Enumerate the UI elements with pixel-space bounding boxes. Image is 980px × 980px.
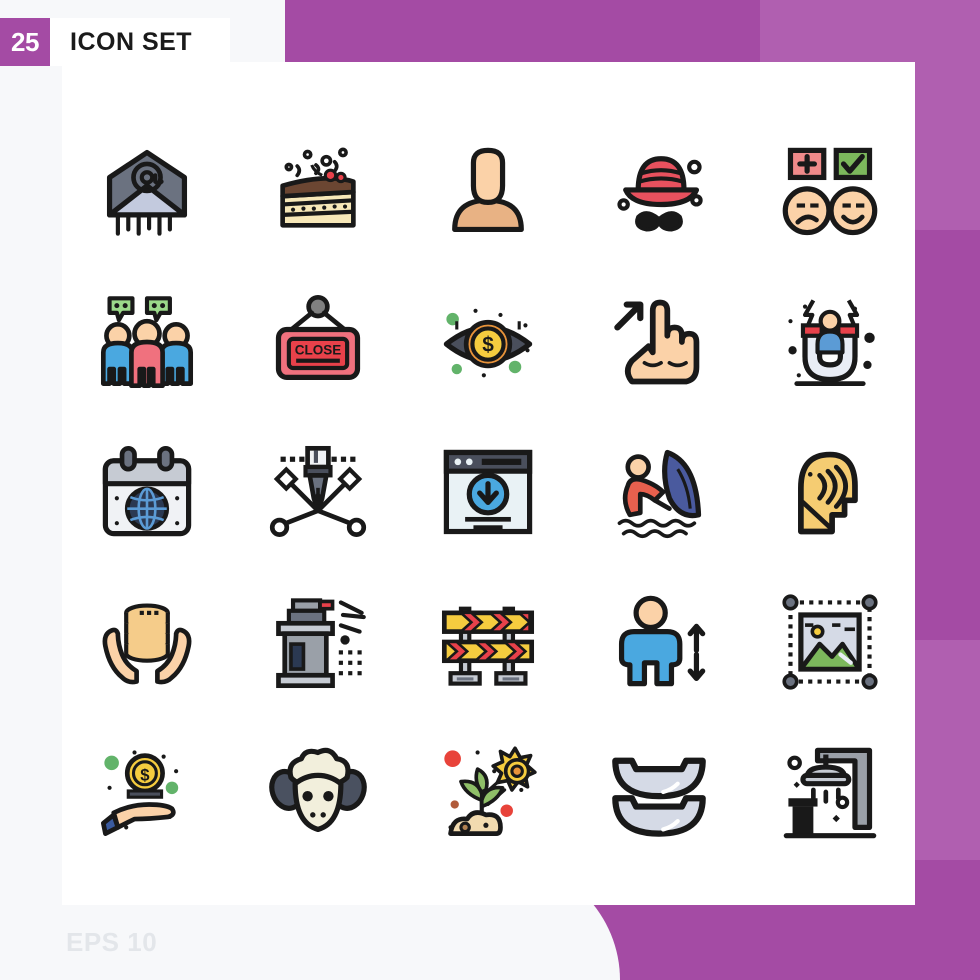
- svg-text:$: $: [141, 766, 151, 785]
- shower-bathroom-icon: [783, 747, 876, 839]
- surfing-person-icon: [617, 449, 702, 539]
- icon-count-badge: 25: [0, 18, 50, 66]
- icon-cell-shower-bathroom[interactable]: [765, 727, 895, 857]
- icon-cell-image-resize-handles[interactable]: [765, 577, 895, 707]
- bowls-stack-icon: [612, 757, 706, 837]
- header-title-wrap: ICON SET: [50, 18, 231, 66]
- email-envelope-at-icon: [107, 149, 188, 236]
- icon-cell-surfing-person[interactable]: [594, 427, 724, 557]
- hand-dollar-coin-icon: $: [101, 750, 179, 836]
- icon-cell-eye-dollar-vision[interactable]: $: [423, 277, 553, 407]
- icon-cell-pen-tool-anchor[interactable]: [253, 427, 383, 557]
- icon-cell-feedback-rating-faces[interactable]: [765, 127, 895, 257]
- header: 25 ICON SET: [0, 18, 231, 66]
- icon-cell-group-chat-people[interactable]: [82, 277, 212, 407]
- icon-cell-hand-dollar-coin[interactable]: $: [82, 727, 212, 857]
- icon-cell-plant-growth-sun[interactable]: [423, 727, 553, 857]
- cake-slice-icon: [280, 147, 356, 228]
- icon-cell-user-avatar[interactable]: [423, 127, 553, 257]
- sheep-face-icon: [269, 747, 367, 833]
- icon-cell-spray-machine[interactable]: [253, 577, 383, 707]
- eps-version-label: EPS 10: [66, 927, 158, 957]
- hands-coins-stack-icon: [102, 603, 192, 685]
- image-resize-handles-icon: [782, 594, 878, 690]
- svg-text:$: $: [483, 333, 495, 356]
- icon-cell-calendar-globe[interactable]: [82, 427, 212, 557]
- plant-growth-sun-icon: [444, 746, 538, 836]
- magnet-customer-icon: [788, 299, 875, 386]
- group-chat-people-icon: [101, 296, 194, 389]
- spray-machine-icon: [276, 598, 366, 689]
- icon-card: CLOSE $ $: [62, 62, 915, 905]
- icon-cell-hat-mustache[interactable]: [594, 127, 724, 257]
- pen-tool-anchor-icon: [269, 445, 366, 537]
- icon-cell-email-envelope-at[interactable]: [82, 127, 212, 257]
- icon-cell-person-height-arrows[interactable]: [594, 577, 724, 707]
- icon-cell-cake-slice[interactable]: [253, 127, 383, 257]
- user-avatar-icon: [452, 147, 525, 233]
- browser-download-icon: [444, 449, 533, 535]
- hat-mustache-icon: [617, 156, 703, 232]
- icon-cell-hands-coins-stack[interactable]: [82, 577, 212, 707]
- icon-cell-browser-download[interactable]: [423, 427, 553, 557]
- head-sound-waves-icon: [797, 451, 858, 535]
- eye-dollar-vision-icon: $: [444, 308, 533, 378]
- icon-cell-close-sign[interactable]: CLOSE: [253, 277, 383, 407]
- page-title: ICON SET: [70, 27, 193, 56]
- icon-cell-hand-pointer-resize[interactable]: [594, 277, 724, 407]
- icon-set-page: 25 ICON SET CLOSE $ $ EPS 10: [0, 0, 980, 980]
- road-barrier-icon: [442, 606, 535, 686]
- close-sign-icon: CLOSE: [275, 294, 361, 380]
- icon-grid: CLOSE $ $: [62, 117, 915, 867]
- feedback-rating-faces-icon: [782, 147, 878, 236]
- icon-cell-magnet-customer[interactable]: [765, 277, 895, 407]
- icon-cell-sheep-face[interactable]: [253, 727, 383, 857]
- close-sign-text: CLOSE: [295, 342, 342, 357]
- person-height-arrows-icon: [619, 595, 706, 687]
- icon-cell-bowls-stack[interactable]: [594, 727, 724, 857]
- icon-cell-road-barrier[interactable]: [423, 577, 553, 707]
- hand-pointer-resize-icon: [614, 299, 700, 385]
- icon-cell-head-sound-waves[interactable]: [765, 427, 895, 557]
- calendar-globe-icon: [103, 445, 192, 537]
